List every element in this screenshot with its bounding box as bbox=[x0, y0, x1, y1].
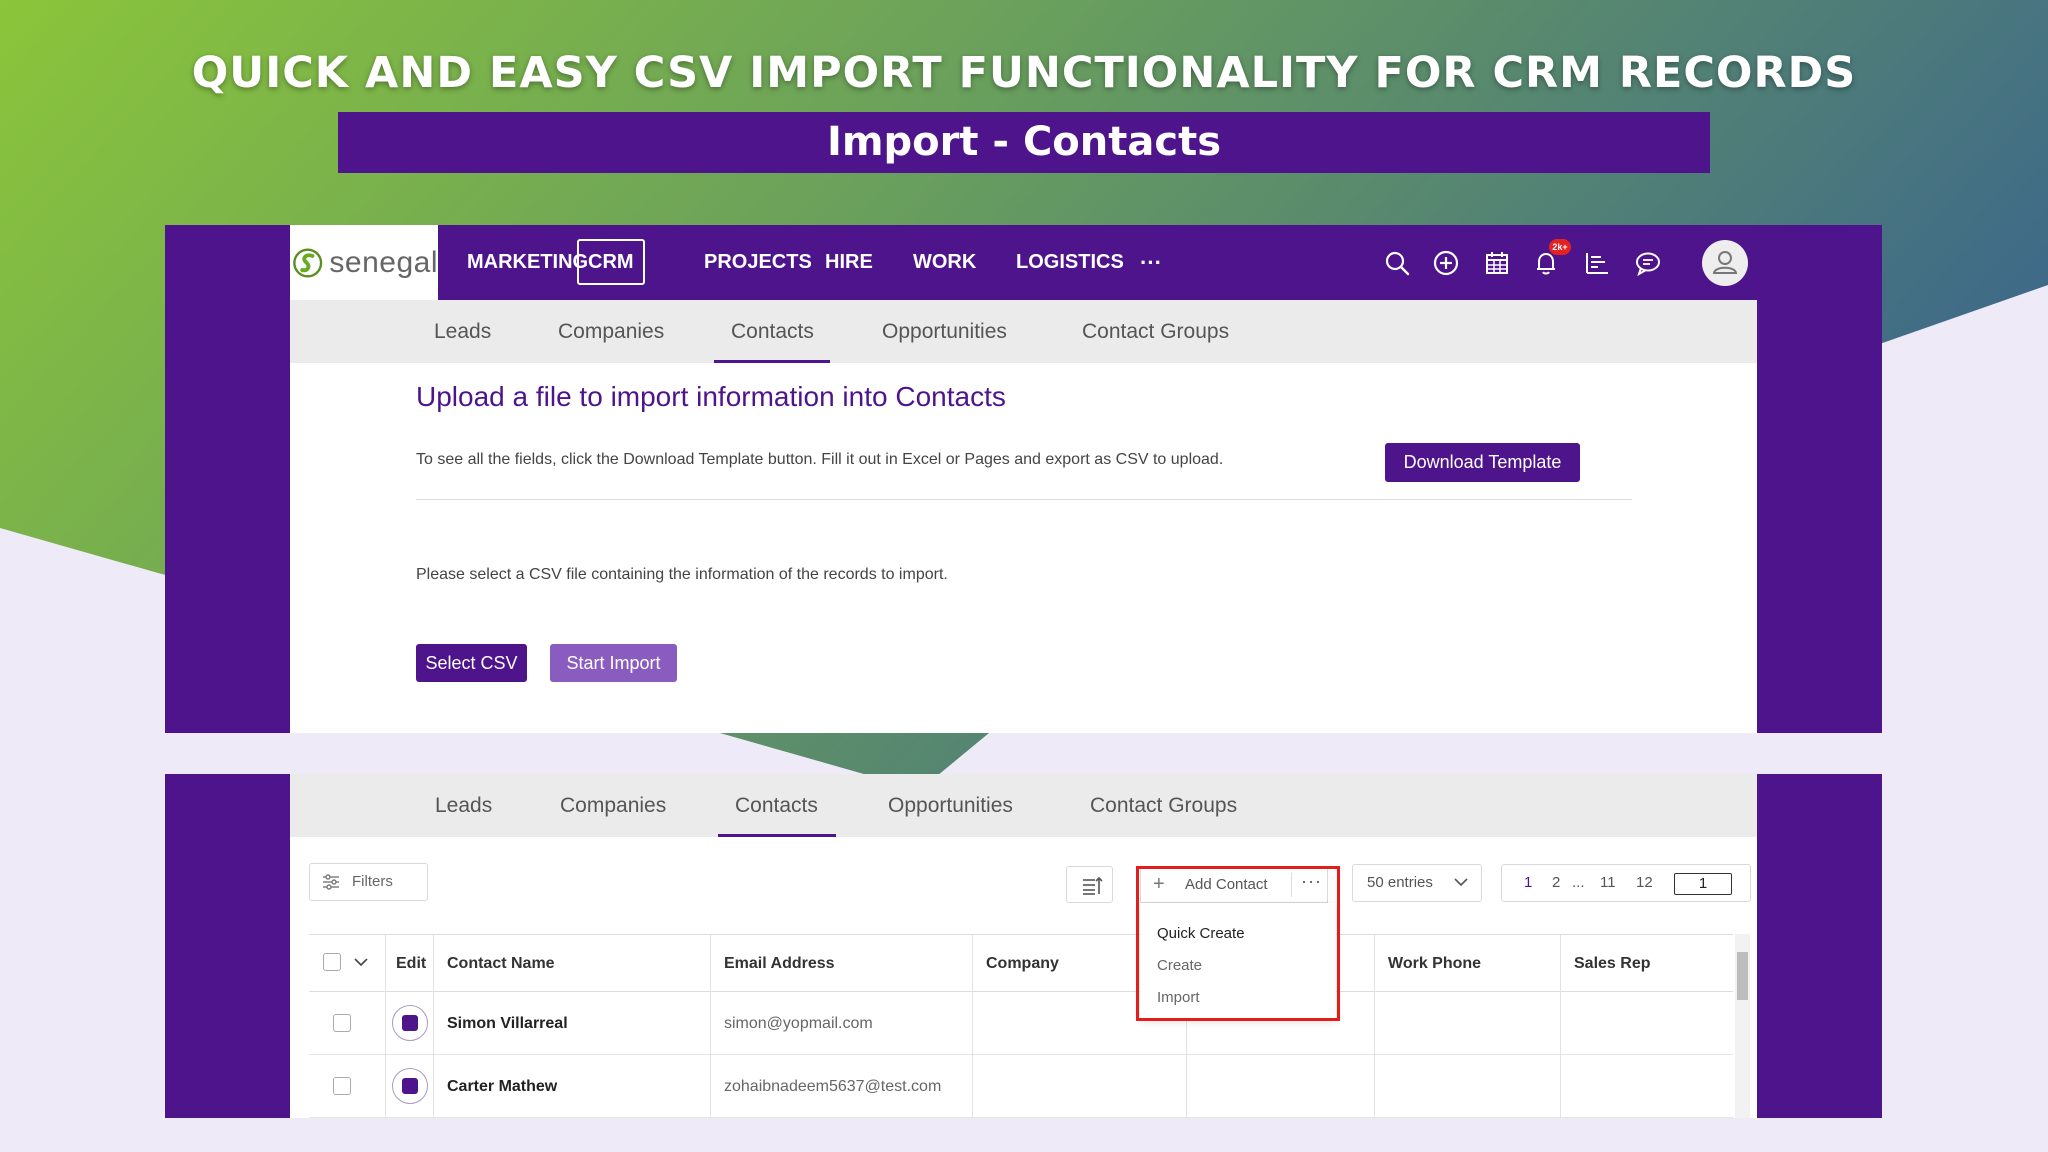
email-address: simon@yopmail.com bbox=[710, 992, 972, 1055]
column-header-edit: Edit bbox=[385, 935, 433, 993]
nav-marketing[interactable]: MARKETING bbox=[467, 225, 588, 300]
column-header-contact-name[interactable]: Contact Name bbox=[433, 935, 710, 993]
top-navigation: senegal MARKETING CRM PROJECTS HIRE WORK… bbox=[290, 225, 1757, 300]
nav-projects[interactable]: PROJECTS bbox=[704, 225, 812, 300]
start-import-button[interactable]: Start Import bbox=[550, 644, 677, 682]
senegal-logo-icon bbox=[293, 247, 323, 278]
crm-subnav: Leads Companies Contacts Opportunities C… bbox=[290, 774, 1757, 837]
crm-subnav: Leads Companies Contacts Opportunities C… bbox=[290, 300, 1757, 363]
divider bbox=[416, 499, 1632, 500]
calendar-icon[interactable] bbox=[1483, 249, 1511, 277]
tab-companies[interactable]: Companies bbox=[558, 300, 664, 363]
page-number-input[interactable]: 1 bbox=[1674, 873, 1732, 895]
tab-companies[interactable]: Companies bbox=[560, 774, 666, 837]
nav-hire[interactable]: HIRE bbox=[825, 225, 873, 300]
filters-button[interactable]: Filters bbox=[309, 863, 428, 901]
active-tab-underline bbox=[714, 360, 830, 363]
tab-contacts[interactable]: Contacts bbox=[735, 774, 818, 837]
download-template-button[interactable]: Download Template bbox=[1385, 443, 1580, 482]
pagination: 1 2 ... 11 12 1 bbox=[1501, 864, 1751, 902]
active-tab-underline bbox=[718, 834, 836, 837]
edit-icon[interactable] bbox=[392, 1068, 428, 1104]
user-avatar[interactable] bbox=[1702, 240, 1748, 286]
column-settings-button[interactable] bbox=[1066, 866, 1113, 903]
company-cell bbox=[972, 1055, 1186, 1118]
column-header-email[interactable]: Email Address bbox=[710, 935, 972, 993]
pagination-ellipsis: ... bbox=[1572, 874, 1585, 891]
column-header-sales-rep[interactable]: Sales Rep bbox=[1560, 935, 1733, 993]
tab-opportunities[interactable]: Opportunities bbox=[888, 774, 1013, 837]
page-title: Upload a file to import information into… bbox=[416, 381, 1006, 412]
contacts-list-app: Leads Companies Contacts Opportunities C… bbox=[290, 774, 1757, 1118]
senegal-logo[interactable]: senegal bbox=[290, 225, 438, 300]
nav-logistics[interactable]: LOGISTICS bbox=[1016, 225, 1124, 300]
edit-cell bbox=[385, 1055, 433, 1118]
column-header-work-phone[interactable]: Work Phone bbox=[1374, 935, 1560, 993]
page-1-link[interactable]: 1 bbox=[1524, 874, 1532, 891]
edit-icon[interactable] bbox=[392, 1005, 428, 1041]
notification-badge: 2k+ bbox=[1549, 239, 1571, 255]
work-phone-cell bbox=[1374, 992, 1560, 1055]
highlight-box bbox=[1136, 866, 1340, 1021]
tab-leads[interactable]: Leads bbox=[434, 300, 491, 363]
sales-rep-cell bbox=[1560, 1055, 1733, 1118]
filters-label: Filters bbox=[352, 873, 393, 890]
chart-icon[interactable] bbox=[1583, 249, 1611, 277]
scrollbar-thumb[interactable] bbox=[1737, 952, 1748, 1000]
sales-rep-cell bbox=[1560, 992, 1733, 1055]
nav-more-icon[interactable]: ··· bbox=[1140, 225, 1162, 300]
plus-circle-icon[interactable] bbox=[1432, 249, 1460, 277]
entries-select[interactable]: 50 entries bbox=[1352, 864, 1482, 902]
chevron-down-icon[interactable] bbox=[353, 957, 369, 969]
tab-opportunities[interactable]: Opportunities bbox=[882, 300, 1007, 363]
select-csv-prompt: Please select a CSV file containing the … bbox=[416, 566, 948, 583]
table-row[interactable]: Simon Villarreal simon@yopmail.com bbox=[309, 992, 1733, 1055]
edit-cell bbox=[385, 992, 433, 1055]
filter-sliders-icon bbox=[323, 874, 339, 890]
email-address: zohaibnadeem5637@test.com bbox=[710, 1055, 972, 1118]
chat-icon[interactable] bbox=[1634, 249, 1662, 277]
columns-icon bbox=[1083, 876, 1103, 895]
tab-contact-groups[interactable]: Contact Groups bbox=[1082, 300, 1229, 363]
contact-name[interactable]: Carter Mathew bbox=[433, 1055, 710, 1118]
nav-work[interactable]: WORK bbox=[913, 225, 976, 300]
user-avatar-icon bbox=[1712, 251, 1738, 274]
work-phone-cell bbox=[1374, 1055, 1560, 1118]
row-checkbox[interactable] bbox=[333, 1077, 351, 1095]
tab-contacts[interactable]: Contacts bbox=[731, 300, 814, 363]
template-help-text: To see all the fields, click the Downloa… bbox=[416, 451, 1224, 468]
select-csv-button[interactable]: Select CSV bbox=[416, 644, 527, 682]
page-11-link[interactable]: 11 bbox=[1600, 874, 1616, 891]
page-2-link[interactable]: 2 bbox=[1552, 874, 1560, 891]
page-12-link[interactable]: 12 bbox=[1636, 874, 1653, 891]
table-scrollbar[interactable] bbox=[1735, 934, 1750, 1118]
contact-name[interactable]: Simon Villarreal bbox=[433, 992, 710, 1055]
entries-label: 50 entries bbox=[1367, 874, 1433, 891]
row-checkbox[interactable] bbox=[333, 1014, 351, 1032]
tab-contact-groups[interactable]: Contact Groups bbox=[1090, 774, 1237, 837]
contacts-list-screenshot: Leads Companies Contacts Opportunities C… bbox=[165, 774, 1882, 1118]
contacts-table: Edit Contact Name Email Address Company … bbox=[309, 934, 1750, 1118]
nav-crm[interactable]: CRM bbox=[577, 239, 645, 285]
upload-app: senegal MARKETING CRM PROJECTS HIRE WORK… bbox=[290, 225, 1757, 733]
subheadline-band: Import - Contacts bbox=[338, 112, 1710, 173]
table-header: Edit Contact Name Email Address Company … bbox=[309, 934, 1733, 993]
headline: QUICK AND EASY CSV IMPORT FUNCTIONALITY … bbox=[191, 48, 1857, 98]
tab-leads[interactable]: Leads bbox=[435, 774, 492, 837]
select-all-checkbox[interactable] bbox=[323, 953, 341, 971]
search-icon[interactable] bbox=[1383, 249, 1411, 277]
logo-text: senegal bbox=[329, 245, 438, 279]
chevron-down-icon bbox=[1454, 878, 1468, 887]
table-row[interactable]: Carter Mathew zohaibnadeem5637@test.com bbox=[309, 1055, 1733, 1118]
blank-cell bbox=[1186, 1055, 1374, 1118]
upload-screenshot: senegal MARKETING CRM PROJECTS HIRE WORK… bbox=[165, 225, 1882, 733]
